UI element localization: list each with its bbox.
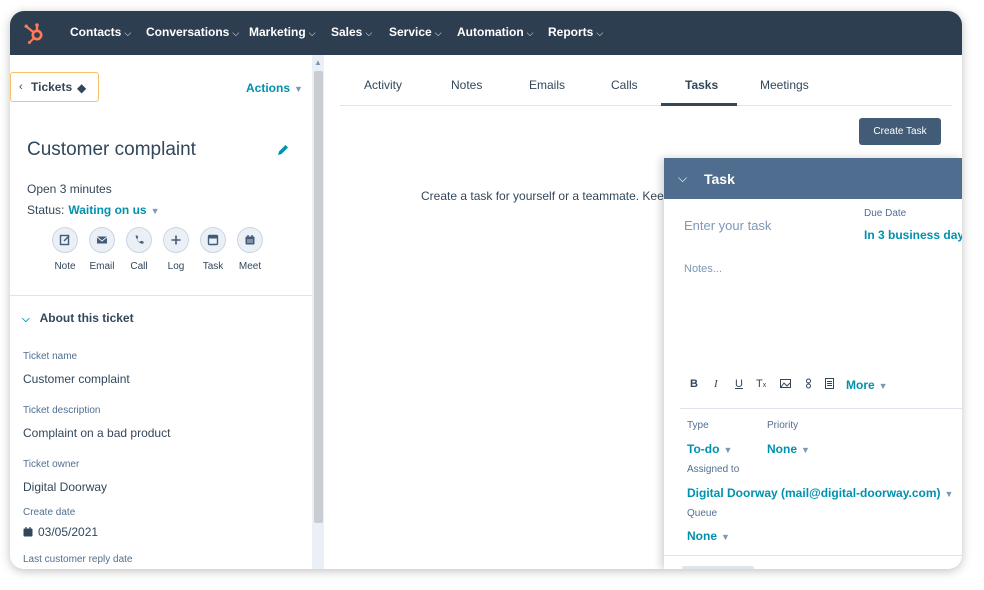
type-dropdown[interactable]: To-do ▼	[687, 442, 732, 456]
tab-meetings[interactable]: Meetings	[760, 78, 809, 92]
tab-calls[interactable]: Calls	[611, 78, 638, 92]
field-label: Ticket description	[23, 405, 101, 416]
priority-dropdown[interactable]: None ▼	[767, 442, 810, 456]
chevron-down-icon: ⌵	[365, 28, 373, 38]
caret-down-icon: ▼	[944, 489, 954, 499]
status-row: Status: Waiting on us ▼	[27, 203, 160, 217]
nav-reports[interactable]: Reports ⌵	[548, 25, 603, 39]
caret-down-icon: ▼	[150, 206, 160, 216]
email-icon	[96, 236, 108, 244]
section-divider	[10, 295, 312, 296]
task-title-input[interactable]: Enter your task	[684, 218, 771, 233]
task-action-button[interactable]: Task	[193, 227, 233, 272]
task-panel-header[interactable]: ⌵ Task	[664, 158, 962, 199]
ticket-owner-value[interactable]: Digital Doorway	[23, 480, 107, 494]
chevron-down-icon: ⌵	[232, 28, 240, 38]
nav-automation[interactable]: Automation ⌵	[457, 25, 533, 39]
hubspot-logo-icon[interactable]	[22, 21, 46, 45]
chevron-down-icon[interactable]: ⌵	[678, 171, 687, 186]
email-action-button[interactable]: Email	[82, 227, 122, 272]
bold-icon[interactable]: B	[690, 378, 698, 390]
tab-tasks[interactable]: Tasks	[685, 78, 718, 92]
chevron-down-icon: ⌵	[526, 28, 534, 38]
pin-icon: ◆	[77, 81, 87, 95]
field-label: Ticket owner	[23, 459, 80, 470]
nav-contacts[interactable]: Contacts ⌵	[70, 25, 131, 39]
chevron-left-icon: ‹	[19, 81, 23, 93]
pencil-icon[interactable]	[276, 143, 290, 157]
caret-down-icon: ▼	[723, 445, 733, 455]
status-dropdown[interactable]: Waiting on us ▼	[68, 203, 159, 217]
notes-textarea[interactable]: Notes...	[684, 263, 722, 275]
chevron-down-icon: ⌵	[22, 314, 30, 325]
field-label: Last customer reply date	[23, 554, 133, 565]
chevron-down-icon: ⌵	[124, 28, 132, 38]
open-duration: Open 3 minutes	[27, 182, 112, 196]
chevron-down-icon: ⌵	[308, 28, 316, 38]
scrollbar-thumb[interactable]	[314, 71, 323, 523]
nav-sales[interactable]: Sales ⌵	[331, 25, 372, 39]
active-tab-indicator	[661, 103, 737, 106]
back-to-tickets-button[interactable]: ‹ Tickets ◆	[10, 72, 99, 102]
caret-down-icon: ▼	[801, 445, 810, 455]
toolbar-more-dropdown[interactable]: More ▼	[846, 378, 888, 392]
queue-label: Queue	[687, 508, 718, 519]
calendar-icon	[23, 527, 33, 537]
chevron-down-icon: ⌵	[434, 28, 442, 38]
nav-service[interactable]: Service ⌵	[389, 25, 442, 39]
link-icon[interactable]	[803, 378, 814, 392]
meet-action-button[interactable]: Meet	[230, 227, 270, 272]
toolbar-divider	[680, 408, 962, 409]
call-action-button[interactable]: Call	[119, 227, 159, 272]
due-date-dropdown[interactable]: In 3 business days	[864, 228, 962, 242]
underline-icon[interactable]: U	[735, 378, 743, 390]
snippet-icon[interactable]	[824, 378, 835, 392]
type-label: Type	[687, 420, 709, 431]
about-section-toggle[interactable]: ⌵ About this ticket	[22, 311, 134, 325]
note-action-button[interactable]: Note	[45, 227, 85, 272]
create-date-value[interactable]: 03/05/2021	[23, 525, 98, 539]
tab-activity[interactable]: Activity	[364, 78, 402, 92]
sidebar-scrollbar[interactable]: ▲	[312, 55, 324, 569]
field-label: Ticket name	[23, 351, 78, 362]
empty-state-message: Create a task for yourself or a teammate…	[421, 189, 664, 203]
caret-down-icon: ▼	[878, 381, 888, 391]
phone-icon	[135, 235, 144, 244]
assigned-to-dropdown[interactable]: Digital Doorway (mail@digital-doorway.co…	[687, 486, 953, 500]
tabs-divider	[340, 105, 952, 106]
italic-icon[interactable]: I	[714, 378, 718, 390]
ticket-name-value[interactable]: Customer complaint	[23, 372, 130, 386]
create-task-button[interactable]: Create Task	[859, 118, 941, 145]
clear-format-icon[interactable]: Tx	[756, 378, 766, 390]
tab-emails[interactable]: Emails	[529, 78, 565, 92]
assigned-to-label: Assigned to	[687, 464, 740, 475]
image-icon[interactable]	[780, 378, 791, 392]
ticket-description-value[interactable]: Complaint on a bad product	[23, 426, 170, 440]
note-icon	[59, 234, 70, 246]
caret-down-icon: ▼	[294, 84, 303, 94]
due-date-label: Due Date	[864, 208, 907, 219]
ticket-sidebar: ‹ Tickets ◆ Actions ▼ Customer complaint …	[10, 55, 312, 569]
nav-conversations[interactable]: Conversations ⌵	[146, 25, 239, 39]
plus-icon	[171, 235, 181, 245]
field-label: Create date	[23, 507, 76, 518]
priority-label: Priority	[767, 420, 799, 431]
save-button[interactable]	[682, 566, 754, 569]
task-icon	[207, 234, 219, 246]
app-window: Contacts ⌵ Conversations ⌵ Marketing ⌵ Sale…	[10, 11, 962, 569]
nav-marketing[interactable]: Marketing ⌵	[249, 25, 316, 39]
top-navigation: Contacts ⌵ Conversations ⌵ Marketing ⌵ Sale…	[10, 11, 962, 55]
tab-notes[interactable]: Notes	[451, 78, 482, 92]
chevron-down-icon: ⌵	[596, 28, 604, 38]
log-action-button[interactable]: Log	[156, 227, 196, 272]
queue-dropdown[interactable]: None ▼	[687, 529, 730, 543]
ticket-title: Customer complaint	[27, 139, 196, 160]
footer-divider	[664, 555, 962, 556]
actions-dropdown[interactable]: Actions ▼	[246, 81, 303, 95]
scroll-up-icon[interactable]: ▲	[314, 58, 322, 67]
calendar-icon	[245, 235, 255, 245]
task-panel: ⌵ Task Enter your task Due Date In 3 bus…	[664, 158, 962, 569]
caret-down-icon: ▼	[721, 532, 730, 542]
